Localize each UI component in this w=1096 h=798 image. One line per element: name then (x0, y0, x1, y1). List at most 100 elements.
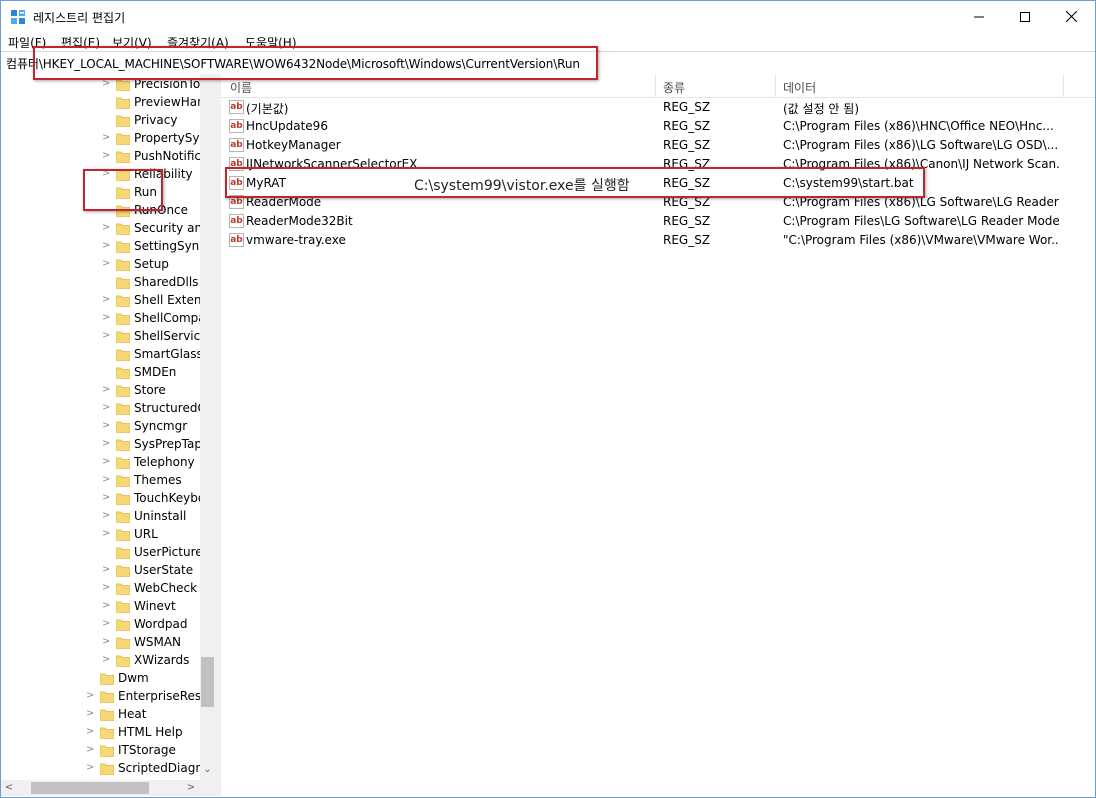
tree-item[interactable]: > Heat (1, 706, 200, 724)
scroll-left-arrow-icon[interactable]: < (1, 780, 17, 796)
column-divider[interactable] (655, 74, 656, 97)
chevron-right-icon[interactable]: > (102, 402, 112, 414)
tree-item[interactable]: > TouchKeybo (1, 490, 205, 508)
chevron-right-icon[interactable]: > (102, 168, 112, 180)
tree-item[interactable]: > ShellCompa (1, 310, 206, 328)
scroll-right-arrow-icon[interactable]: > (183, 780, 199, 796)
tree-item[interactable]: UserPictureC (1, 544, 211, 562)
maximize-button[interactable] (1002, 1, 1048, 32)
list-row[interactable]: ab ReaderMode REG_SZ C:\Program Files (x86)… (221, 193, 1095, 212)
chevron-right-icon[interactable]: > (102, 312, 112, 324)
address-bar[interactable]: 컴퓨터\HKEY_LOCAL_MACHINE\SOFTWARE\WOW6432N… (1, 51, 1095, 75)
tree-item[interactable]: > PushNotifica (1, 148, 208, 166)
chevron-right-icon[interactable]: > (102, 420, 112, 432)
tree-horizontal-scroll-thumb[interactable] (31, 782, 149, 794)
chevron-right-icon[interactable]: > (86, 744, 96, 756)
tree-item[interactable]: > PropertySyst (1, 130, 210, 148)
chevron-right-icon[interactable]: > (102, 240, 112, 252)
tree-item[interactable]: Dwm (1, 670, 200, 688)
chevron-right-icon[interactable]: > (102, 528, 112, 540)
column-header-name[interactable]: 이름 (230, 79, 252, 96)
key-tree[interactable]: > PrecisionTou PreviewHand Privacy > Property… (1, 74, 215, 780)
chevron-right-icon[interactable]: > (86, 708, 96, 720)
title-bar[interactable]: 레지스트리 편집기 (1, 1, 1095, 32)
menu-edit[interactable]: 편집(E) (61, 34, 100, 51)
tree-item[interactable]: SharedDlls (1, 274, 200, 292)
tree-item[interactable]: > ShellService (1, 328, 208, 346)
tree-item[interactable]: > URL (1, 526, 200, 544)
tree-item[interactable]: > Winevt (1, 598, 200, 616)
menu-file[interactable]: 파일(F) (8, 34, 46, 51)
column-divider[interactable] (775, 74, 776, 97)
list-row[interactable]: ab ReaderMode32Bit REG_SZ C:\Program Files\… (221, 212, 1095, 231)
list-row[interactable]: ab HotkeyManager REG_SZ C:\Program Files (x… (221, 136, 1095, 155)
column-header-data[interactable]: 데이터 (783, 79, 816, 96)
tree-vertical-scroll-thumb[interactable] (201, 657, 214, 707)
chevron-right-icon[interactable]: > (102, 132, 112, 144)
tree-item[interactable]: > Telephony (1, 454, 200, 472)
list-row[interactable]: ab MyRAT REG_SZ C:\system99\start.bat (221, 174, 1095, 193)
tree-item[interactable]: > Store (1, 382, 200, 400)
menu-favorites[interactable]: 즐겨찾기(A) (167, 34, 229, 51)
tree-item[interactable]: > ITStorage (1, 742, 200, 760)
chevron-right-icon[interactable]: > (102, 654, 112, 666)
chevron-right-icon[interactable]: > (102, 222, 112, 234)
close-button[interactable] (1048, 1, 1094, 32)
tree-item[interactable]: > Themes (1, 472, 200, 490)
chevron-right-icon[interactable]: > (86, 726, 96, 738)
tree-item[interactable]: > Reliability (1, 166, 200, 184)
tree-item[interactable]: > Syncmgr (1, 418, 200, 436)
chevron-right-icon[interactable]: > (102, 600, 112, 612)
menu-help[interactable]: 도움말(H) (245, 34, 297, 51)
chevron-right-icon[interactable]: > (102, 492, 112, 504)
chevron-right-icon[interactable]: > (102, 330, 112, 342)
tree-item[interactable]: PreviewHand (1, 94, 212, 112)
chevron-right-icon[interactable]: > (102, 564, 112, 576)
tree-item[interactable]: > EnterpriseResou (1, 688, 215, 706)
chevron-right-icon[interactable]: > (102, 456, 112, 468)
tree-item[interactable]: > Setup (1, 256, 200, 274)
tree-item[interactable]: > Shell Extens (1, 292, 208, 310)
scroll-down-arrow-icon[interactable]: ⌄ (200, 761, 215, 778)
list-row[interactable]: ab IJNetworkScannerSelectorEX REG_SZ C:\Pro… (221, 155, 1095, 174)
list-row[interactable]: ab (기본값) REG_SZ (값 설정 안 됨) (221, 98, 1095, 117)
chevron-right-icon[interactable]: > (102, 150, 112, 162)
chevron-right-icon[interactable]: > (102, 78, 112, 90)
chevron-right-icon[interactable]: > (102, 618, 112, 630)
tree-item[interactable]: RunOnce (1, 202, 200, 220)
tree-item[interactable]: > SysPrepTapi (1, 436, 205, 454)
values-list[interactable]: 이름 종류 데이터 ab (기본값) REG_SZ (값 설정 안 됨) ab HncUp… (221, 74, 1095, 796)
chevron-right-icon[interactable]: > (86, 762, 96, 774)
tree-item[interactable]: SMDEn (1, 364, 200, 382)
tree-item[interactable]: > Wordpad (1, 616, 200, 634)
column-header-type[interactable]: 종류 (663, 79, 685, 96)
chevron-right-icon[interactable]: > (102, 582, 112, 594)
chevron-right-icon[interactable]: > (86, 690, 96, 702)
column-divider[interactable] (1063, 74, 1064, 97)
tree-item[interactable]: > WSMAN (1, 634, 200, 652)
chevron-right-icon[interactable]: > (102, 474, 112, 486)
tree-item[interactable]: > XWizards (1, 652, 200, 670)
chevron-right-icon[interactable]: > (102, 438, 112, 450)
tree-item[interactable]: > SettingSync (1, 238, 206, 256)
tree-item[interactable]: Run (1, 184, 200, 202)
tree-item[interactable]: > HTML Help (1, 724, 200, 742)
menu-view[interactable]: 보기(V) (112, 34, 152, 51)
tree-item[interactable]: SmartGlass (1, 346, 203, 364)
tree-item[interactable]: > ScriptedDiagnc (1, 760, 210, 778)
tree-item[interactable]: > Security and (1, 220, 210, 238)
tree-item[interactable]: > PrecisionTou (1, 76, 208, 94)
tree-item[interactable]: > StructuredQ (1, 400, 207, 418)
tree-item[interactable]: > WebCheck (1, 580, 200, 598)
tree-item[interactable]: Privacy (1, 112, 200, 130)
chevron-right-icon[interactable]: > (102, 294, 112, 306)
list-row[interactable]: ab HncUpdate96 REG_SZ C:\Program Files (x86… (221, 117, 1095, 136)
tree-item[interactable]: > UserState (1, 562, 200, 580)
chevron-right-icon[interactable]: > (102, 636, 112, 648)
chevron-right-icon[interactable]: > (102, 258, 112, 270)
list-row[interactable]: ab vmware-tray.exe REG_SZ "C:\Program Files… (221, 231, 1095, 250)
minimize-button[interactable] (956, 1, 1002, 32)
chevron-right-icon[interactable]: > (102, 384, 112, 396)
chevron-right-icon[interactable]: > (102, 510, 112, 522)
address-path[interactable]: 컴퓨터\HKEY_LOCAL_MACHINE\SOFTWARE\WOW6432N… (6, 55, 580, 72)
